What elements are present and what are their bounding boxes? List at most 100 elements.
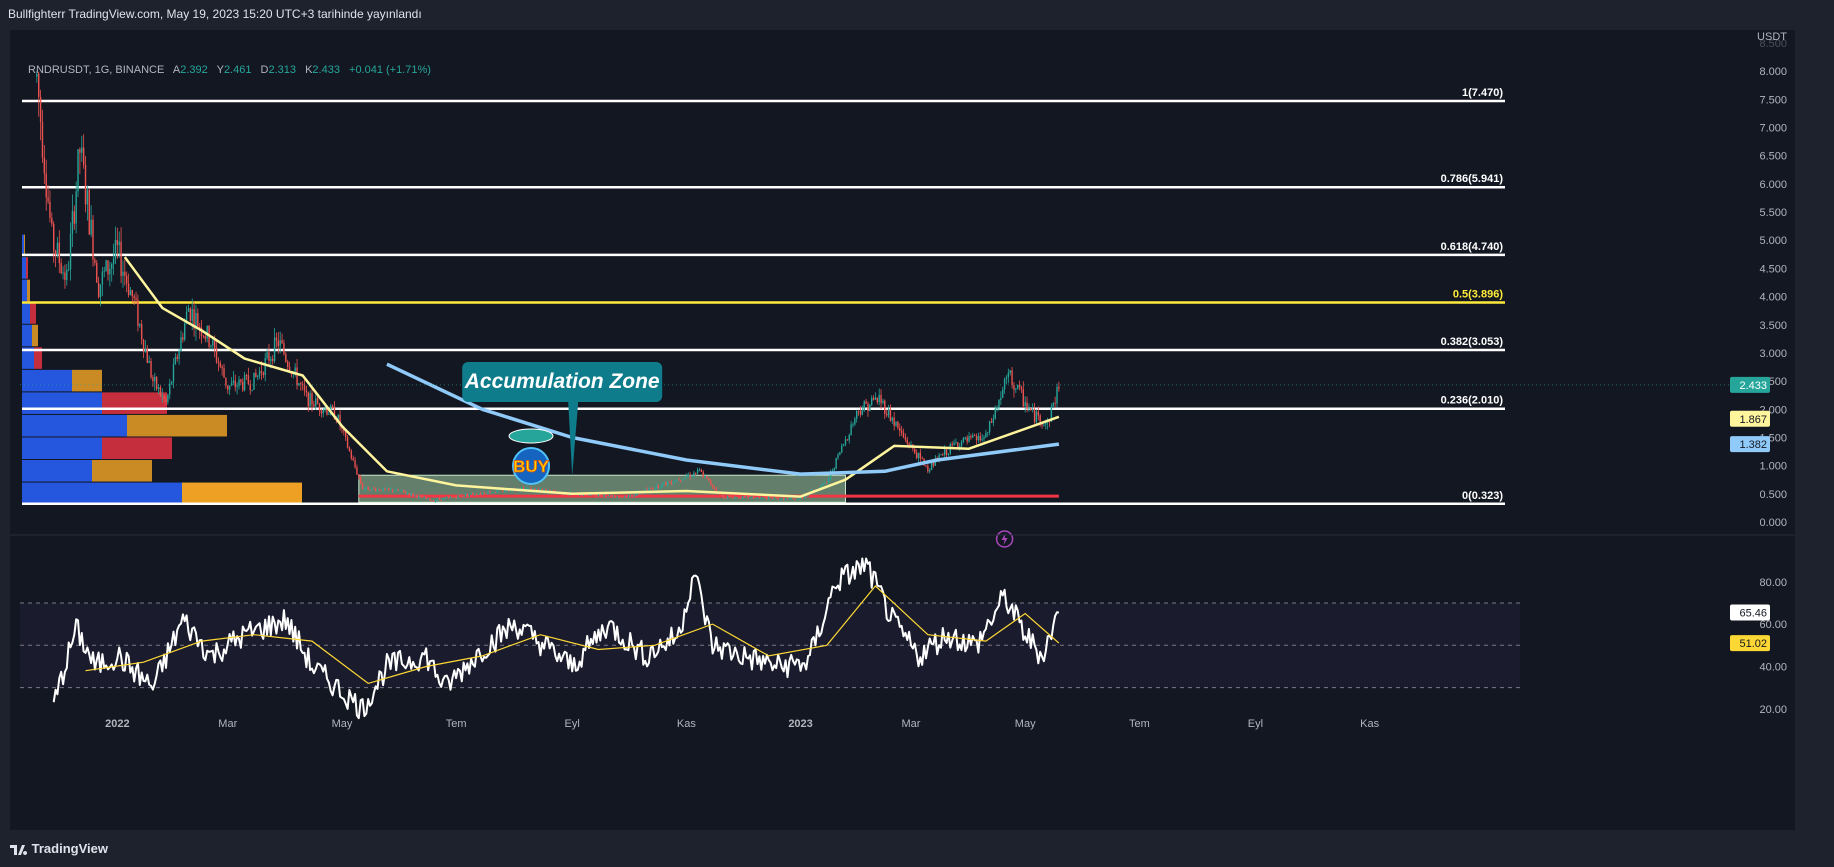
candle-body xyxy=(1045,422,1047,425)
candle-body xyxy=(238,379,240,387)
candle-body xyxy=(474,494,476,496)
candle-body xyxy=(528,487,530,489)
candle-body xyxy=(122,271,124,276)
candle-body xyxy=(348,447,351,451)
vp-bar-down xyxy=(102,392,167,414)
candle-body xyxy=(82,147,85,165)
candle-body xyxy=(942,454,944,456)
candle-body xyxy=(973,435,976,437)
chart-area[interactable]: 0(0.323) 0.236(2.010) 0.382(3.053) 0.5(3.89… xyxy=(10,30,1795,830)
candle-body xyxy=(170,381,173,384)
candle-body xyxy=(120,241,122,276)
vp-bar-up xyxy=(22,369,72,392)
candle-body xyxy=(839,452,841,455)
candle-body xyxy=(895,421,897,426)
candle-body xyxy=(408,493,411,496)
candle-body xyxy=(39,96,42,122)
candle-body xyxy=(990,421,993,423)
candle-body xyxy=(657,484,660,489)
candle-body xyxy=(689,474,691,477)
vp-bar-down xyxy=(24,234,25,257)
open-value: 2.392 xyxy=(180,64,208,76)
candle-body xyxy=(766,497,768,500)
candle-body xyxy=(406,493,409,495)
candle-body xyxy=(494,492,497,494)
candle-body xyxy=(1022,389,1025,407)
buy-badge-label: BUY xyxy=(513,457,550,476)
candle-body xyxy=(792,498,794,499)
candle-body xyxy=(680,480,682,481)
vp-bar-up xyxy=(22,234,24,257)
candle-body xyxy=(356,467,358,475)
candle-body xyxy=(623,496,626,498)
candle-body xyxy=(867,403,869,412)
candle-body xyxy=(691,475,693,477)
candle-body xyxy=(124,271,126,276)
candle-body xyxy=(389,489,392,491)
candle-body xyxy=(270,358,272,361)
candle-body xyxy=(1056,386,1058,404)
candle-body xyxy=(447,497,450,498)
candle-body xyxy=(354,460,356,468)
candle-body xyxy=(1058,386,1060,389)
candle-body xyxy=(1009,370,1011,373)
candle-body xyxy=(749,496,751,499)
candle-body xyxy=(178,350,180,359)
vp-bar-down xyxy=(26,257,28,279)
candle-body xyxy=(109,268,111,275)
candle-body xyxy=(674,481,676,483)
vp-bar-up xyxy=(22,460,92,482)
vp-bar-down xyxy=(27,279,30,302)
candle-body xyxy=(309,393,311,407)
candle-body xyxy=(631,495,633,497)
candle-body xyxy=(245,375,248,376)
time-tick: Tem xyxy=(446,718,467,730)
candle-body xyxy=(380,490,382,492)
candle-body xyxy=(1031,409,1034,411)
candle-body xyxy=(92,219,94,260)
candle-body xyxy=(163,395,165,400)
candle-body xyxy=(466,494,469,497)
candle-body xyxy=(142,339,145,352)
time-tick: Kas xyxy=(677,718,696,730)
candle-body xyxy=(865,401,867,404)
candle-body xyxy=(706,476,708,479)
candle-body xyxy=(734,497,736,499)
candle-body xyxy=(672,482,674,484)
candle-body xyxy=(212,340,214,346)
candle-body xyxy=(726,495,729,499)
vp-bar-down xyxy=(127,414,227,437)
fib-levels: 0(0.323) 0.236(2.010) 0.382(3.053) 0.5(3.89… xyxy=(22,87,1505,506)
candle-body xyxy=(921,458,923,460)
tradingview-logo[interactable]: TradingView xyxy=(10,841,108,856)
candle-body xyxy=(146,348,148,363)
chart-svg[interactable]: 0(0.323) 0.236(2.010) 0.382(3.053) 0.5(3.89… xyxy=(10,30,1795,830)
candle-body xyxy=(105,260,107,272)
candle-body xyxy=(869,404,871,412)
candle-body xyxy=(232,380,235,383)
candle-body xyxy=(738,496,740,499)
candle-body xyxy=(732,497,734,499)
candle-body xyxy=(189,308,192,321)
price-tick: 6.000 xyxy=(1759,179,1787,191)
candle-body xyxy=(859,410,862,415)
candle-body xyxy=(852,424,854,426)
candle-body xyxy=(316,398,319,404)
candle-body xyxy=(786,498,789,500)
vp-bar-up xyxy=(22,257,26,279)
candle-body xyxy=(300,383,302,385)
candle-body xyxy=(99,284,102,298)
candle-body xyxy=(374,488,377,491)
candle-body xyxy=(94,259,96,263)
candle-body xyxy=(996,407,998,409)
candle-body xyxy=(449,496,452,498)
candle-body xyxy=(945,449,948,455)
candle-body xyxy=(412,493,414,496)
candle-body xyxy=(459,495,461,497)
candle-body xyxy=(281,340,283,344)
candle-body xyxy=(739,498,742,499)
candle-body xyxy=(451,496,454,498)
last-price-tag: 2.433 xyxy=(1739,380,1767,392)
candle-body xyxy=(616,496,618,498)
candle-body xyxy=(444,497,446,499)
